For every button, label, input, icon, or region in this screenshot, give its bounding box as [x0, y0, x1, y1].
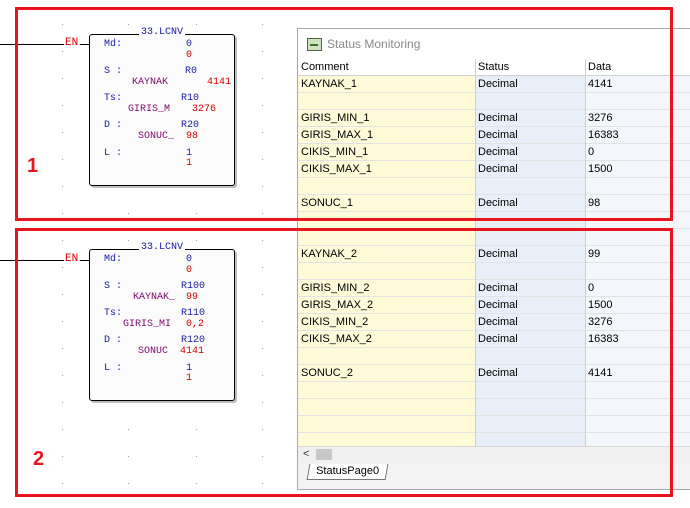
annotation-frame-1 [15, 7, 673, 221]
annotation-frame-2 [15, 228, 673, 497]
annotation-number-1: 1 [27, 155, 39, 177]
annotation-number-2: 2 [33, 448, 45, 470]
